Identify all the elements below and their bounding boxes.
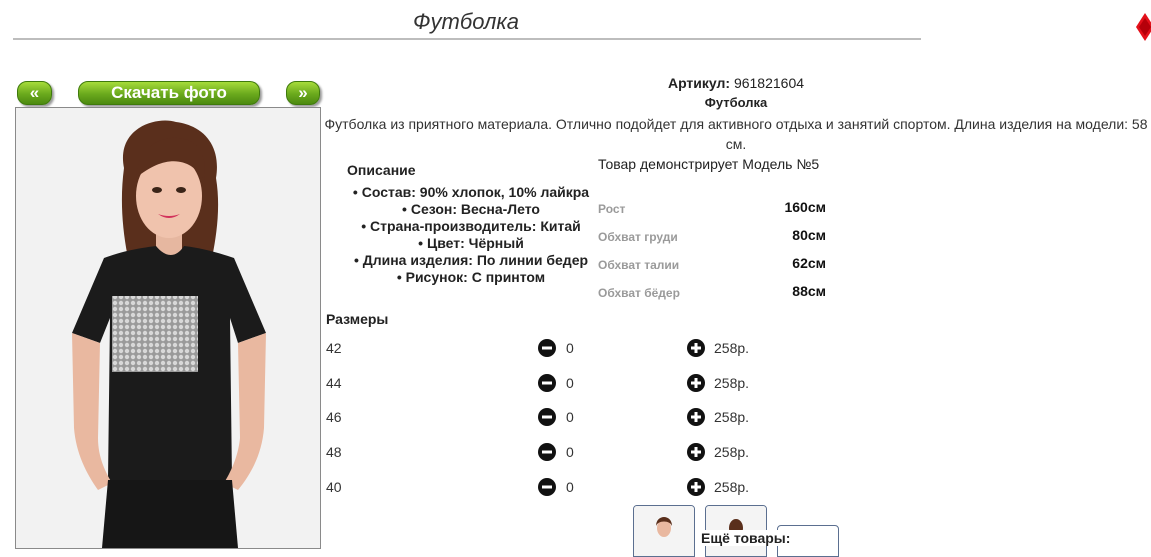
size-label: 46 bbox=[326, 409, 342, 425]
spec-item: Рисунок: С принтом bbox=[345, 269, 597, 286]
size-quantity: 0 bbox=[566, 479, 574, 495]
size-price: 258р. bbox=[714, 479, 750, 495]
minus-icon[interactable] bbox=[538, 408, 556, 426]
spec-item: Состав: 90% хлопок, 10% лайкра bbox=[345, 184, 597, 201]
specs-list: Состав: 90% хлопок, 10% лайкра Сезон: Ве… bbox=[345, 184, 597, 286]
measurement-row: Обхват груди 80см bbox=[598, 227, 826, 247]
size-row: 46 0 258р. bbox=[326, 407, 766, 429]
close-icon[interactable] bbox=[1136, 13, 1151, 41]
specs-heading: Описание bbox=[347, 162, 416, 178]
size-label: 40 bbox=[326, 479, 342, 495]
size-row: 48 0 258р. bbox=[326, 442, 766, 464]
photo-thumbnail[interactable] bbox=[633, 505, 695, 557]
measurement-row: Рост 160см bbox=[598, 199, 826, 219]
title-divider bbox=[13, 38, 921, 40]
measurement-value: 80см bbox=[792, 227, 826, 243]
model-illustration bbox=[16, 108, 320, 548]
size-price: 258р. bbox=[714, 444, 750, 460]
size-quantity: 0 bbox=[566, 375, 574, 391]
measurement-label: Рост bbox=[598, 202, 626, 216]
spec-item: Страна-производитель: Китай bbox=[345, 218, 597, 235]
measurement-row: Обхват талии 62см bbox=[598, 255, 826, 275]
measurement-label: Обхват груди bbox=[598, 230, 678, 244]
article-line: Артикул: 961821604 bbox=[324, 75, 1148, 91]
size-quantity: 0 bbox=[566, 409, 574, 425]
measurement-value: 160см bbox=[784, 199, 826, 215]
measurement-label: Обхват талии bbox=[598, 258, 680, 272]
measurement-value: 62см bbox=[792, 255, 826, 271]
size-price: 258р. bbox=[714, 340, 750, 356]
plus-icon[interactable] bbox=[687, 374, 705, 392]
measurement-row: Обхват бёдер 88см bbox=[598, 283, 826, 303]
article-value: 961821604 bbox=[733, 75, 805, 91]
size-quantity: 0 bbox=[566, 444, 574, 460]
size-row: 42 0 258р. bbox=[326, 338, 766, 360]
size-label: 44 bbox=[326, 375, 342, 391]
plus-icon[interactable] bbox=[687, 478, 705, 496]
product-photo[interactable] bbox=[15, 107, 321, 549]
size-quantity: 0 bbox=[566, 340, 574, 356]
product-name: Футболка bbox=[704, 95, 768, 110]
previous-photo-button[interactable]: « bbox=[17, 81, 52, 105]
measurement-label: Обхват бёдер bbox=[598, 286, 680, 300]
plus-icon[interactable] bbox=[687, 443, 705, 461]
size-label: 48 bbox=[326, 444, 342, 460]
download-photo-button[interactable]: Скачать фото bbox=[78, 81, 260, 105]
more-goods-heading: Ещё товары: bbox=[699, 530, 793, 546]
size-label: 42 bbox=[326, 340, 342, 356]
article-label: Артикул: bbox=[667, 75, 731, 91]
minus-icon[interactable] bbox=[538, 339, 556, 357]
size-price: 258р. bbox=[714, 409, 750, 425]
size-price: 258р. bbox=[714, 375, 750, 391]
spec-item: Длина изделия: По линии бедер bbox=[345, 252, 597, 269]
product-description: Футболка из приятного материала. Отлично… bbox=[324, 116, 1148, 152]
page-title: Футболка bbox=[413, 9, 519, 34]
model-heading: Товар демонстрирует Модель №5 bbox=[598, 156, 820, 172]
plus-icon[interactable] bbox=[687, 339, 705, 357]
size-row: 40 0 258р. bbox=[326, 477, 766, 499]
minus-icon[interactable] bbox=[538, 443, 556, 461]
spec-item: Цвет: Чёрный bbox=[345, 235, 597, 252]
sizes-heading: Размеры bbox=[326, 311, 389, 327]
measurement-value: 88см bbox=[792, 283, 826, 299]
thumbnail-image bbox=[634, 506, 694, 556]
size-row: 44 0 258р. bbox=[326, 373, 766, 395]
minus-icon[interactable] bbox=[538, 374, 556, 392]
minus-icon[interactable] bbox=[538, 478, 556, 496]
next-photo-button[interactable]: » bbox=[286, 81, 320, 105]
plus-icon[interactable] bbox=[687, 408, 705, 426]
spec-item: Сезон: Весна-Лето bbox=[345, 201, 597, 218]
